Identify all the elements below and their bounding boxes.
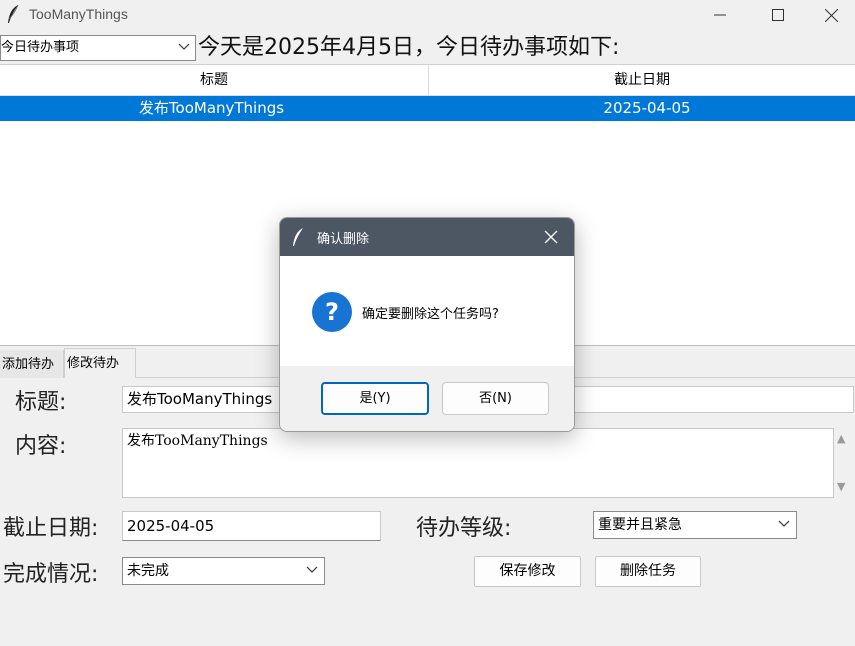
status-select-value: 未完成	[127, 563, 169, 579]
yes-button[interactable]: 是(Y)	[321, 382, 429, 415]
minimize-button[interactable]	[691, 0, 749, 30]
chevron-down-icon	[778, 520, 790, 527]
deadline-input[interactable]: 2025-04-05	[122, 511, 381, 541]
maximize-button[interactable]	[749, 0, 807, 30]
delete-task-button[interactable]: 删除任务	[595, 556, 701, 587]
feather-icon	[293, 228, 303, 246]
content-label: 内容:	[15, 434, 67, 459]
no-button[interactable]: 否(N)	[442, 382, 549, 415]
close-icon	[825, 8, 838, 22]
chevron-down-icon	[178, 43, 190, 50]
window-title: TooManyThings	[29, 6, 128, 22]
deadline-label: 截止日期:	[3, 516, 99, 541]
row-title-cell: 发布TooManyThings	[138, 99, 285, 117]
view-select-value: 今日待办事项	[1, 40, 80, 55]
title-label: 标题:	[15, 390, 67, 415]
priority-label: 待办等级:	[416, 516, 512, 541]
column-header-deadline[interactable]: 截止日期	[429, 65, 855, 96]
view-select[interactable]: 今日待办事项	[0, 35, 196, 61]
priority-select-value: 重要并且紧急	[598, 517, 682, 533]
priority-select[interactable]: 重要并且紧急	[593, 511, 797, 539]
status-label: 完成情况:	[3, 562, 99, 587]
feather-icon	[8, 4, 19, 23]
date-banner: 今天是2025年4月5日，今日待办事项如下:	[198, 35, 620, 60]
minimize-icon	[714, 14, 726, 16]
save-changes-button[interactable]: 保存修改	[474, 556, 581, 587]
maximize-icon	[772, 9, 784, 21]
dialog-title: 确认删除	[317, 232, 370, 247]
chevron-down-icon	[306, 566, 318, 573]
close-icon[interactable]	[542, 228, 560, 246]
table-row[interactable]: 发布TooManyThings 2025-04-05	[0, 96, 855, 121]
close-button[interactable]	[808, 0, 855, 30]
content-textarea[interactable]: 发布TooManyThings	[122, 428, 834, 498]
tab-add-todo[interactable]: 添加待办	[0, 350, 64, 378]
dialog-message: 确定要删除这个任务吗?	[362, 307, 499, 322]
question-icon: ?	[312, 292, 352, 332]
tab-edit-todo[interactable]: 修改待办	[64, 348, 136, 378]
scroll-up-icon[interactable]: ▲	[837, 432, 845, 445]
confirm-delete-dialog: 确认删除 ? 确定要删除这个任务吗? 是(Y) 否(N)	[279, 217, 575, 432]
scroll-down-icon[interactable]: ▼	[837, 480, 845, 493]
row-deadline-cell: 2025-04-05	[603, 99, 691, 117]
column-header-title[interactable]: 标题	[0, 65, 429, 96]
status-select[interactable]: 未完成	[122, 557, 325, 585]
